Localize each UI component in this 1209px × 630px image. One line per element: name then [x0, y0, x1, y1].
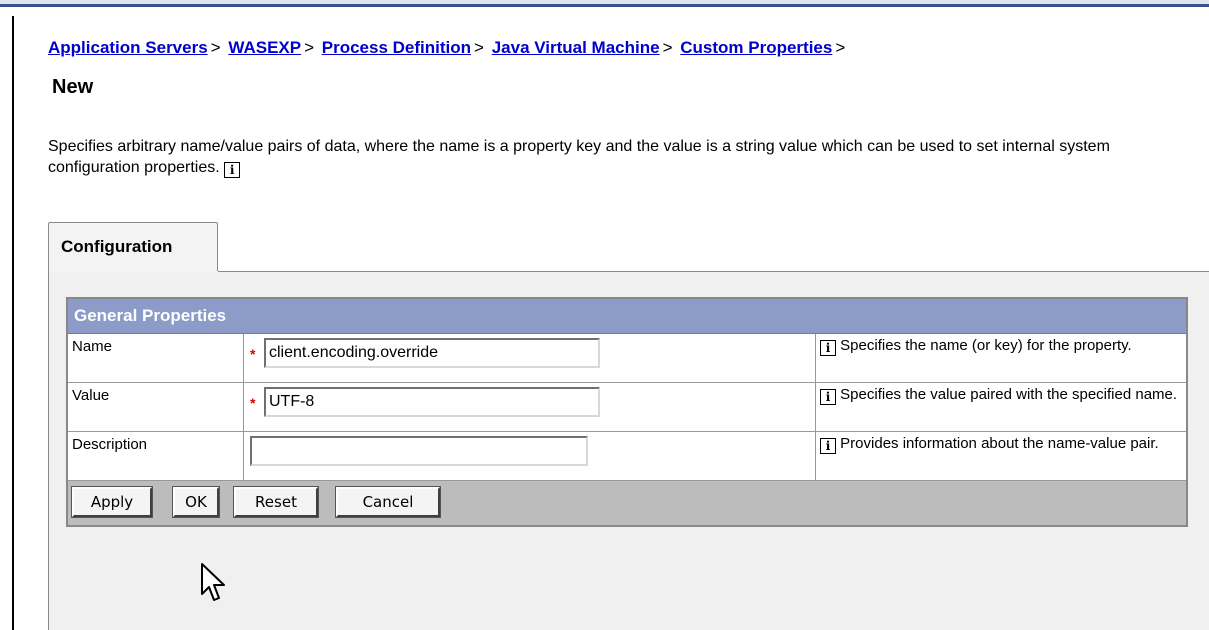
apply-button[interactable]: Apply [71, 486, 153, 518]
top-banner-rule [0, 0, 1209, 7]
name-help: i Specifies the name (or key) for the pr… [816, 334, 1186, 382]
name-input-cell: * [244, 334, 816, 382]
name-label: Name [68, 334, 244, 382]
tab-configuration-label: Configuration [61, 237, 173, 256]
description-input[interactable] [250, 436, 588, 466]
breadcrumb-custom-properties[interactable]: Custom Properties [680, 38, 832, 57]
description-help-text: Provides information about the name-valu… [840, 435, 1159, 452]
page-title: New [52, 76, 94, 98]
value-label: Value [68, 383, 244, 431]
breadcrumb-separator: > [304, 38, 315, 57]
breadcrumb-separator: > [662, 38, 673, 57]
table-row-value: Value * i Specifies the value paired wit… [68, 383, 1186, 432]
ok-button[interactable]: OK [172, 486, 220, 518]
value-help-text: Specifies the value paired with the spec… [840, 386, 1178, 403]
button-bar: Apply OK Reset Cancel [68, 481, 1186, 525]
breadcrumb: Application Servers > WASEXP > Process Def… [48, 38, 848, 58]
table-row-name: Name * i Specifies the name (or key) for… [68, 334, 1186, 383]
breadcrumb-separator: > [835, 38, 846, 57]
breadcrumb-separator: > [210, 38, 221, 57]
info-icon[interactable]: i [224, 162, 241, 178]
page-description: Specifies arbitrary name/value pairs of … [48, 136, 1188, 178]
tab-configuration[interactable]: Configuration [48, 222, 218, 272]
description-help: i Provides information about the name-va… [816, 432, 1186, 480]
page-description-text: Specifies arbitrary name/value pairs of … [48, 138, 1110, 176]
info-icon[interactable]: i [820, 438, 836, 454]
info-icon[interactable]: i [820, 389, 836, 405]
name-input[interactable] [264, 338, 600, 368]
value-input[interactable] [264, 387, 600, 417]
description-label: Description [68, 432, 244, 480]
reset-button[interactable]: Reset [233, 486, 319, 518]
table-row-description: Description i Provides information about… [68, 432, 1186, 481]
required-marker-icon: * [250, 346, 256, 362]
breadcrumb-java-virtual-machine[interactable]: Java Virtual Machine [492, 38, 660, 57]
cancel-button[interactable]: Cancel [335, 486, 441, 518]
breadcrumb-application-servers[interactable]: Application Servers [48, 38, 208, 57]
general-properties-header: General Properties [68, 299, 1186, 334]
value-input-cell: * [244, 383, 816, 431]
info-icon[interactable]: i [820, 340, 836, 356]
mouse-pointer-icon [201, 563, 225, 601]
breadcrumb-process-definition[interactable]: Process Definition [322, 38, 471, 57]
required-marker-icon: * [250, 395, 256, 411]
description-input-cell [244, 432, 816, 480]
value-help: i Specifies the value paired with the sp… [816, 383, 1186, 431]
name-help-text: Specifies the name (or key) for the prop… [840, 337, 1132, 354]
general-properties-table: General Properties Name * i Specifies th… [66, 297, 1188, 527]
breadcrumb-wasexp[interactable]: WASEXP [228, 38, 301, 57]
left-frame-rule [12, 16, 14, 630]
breadcrumb-separator: > [474, 38, 484, 57]
